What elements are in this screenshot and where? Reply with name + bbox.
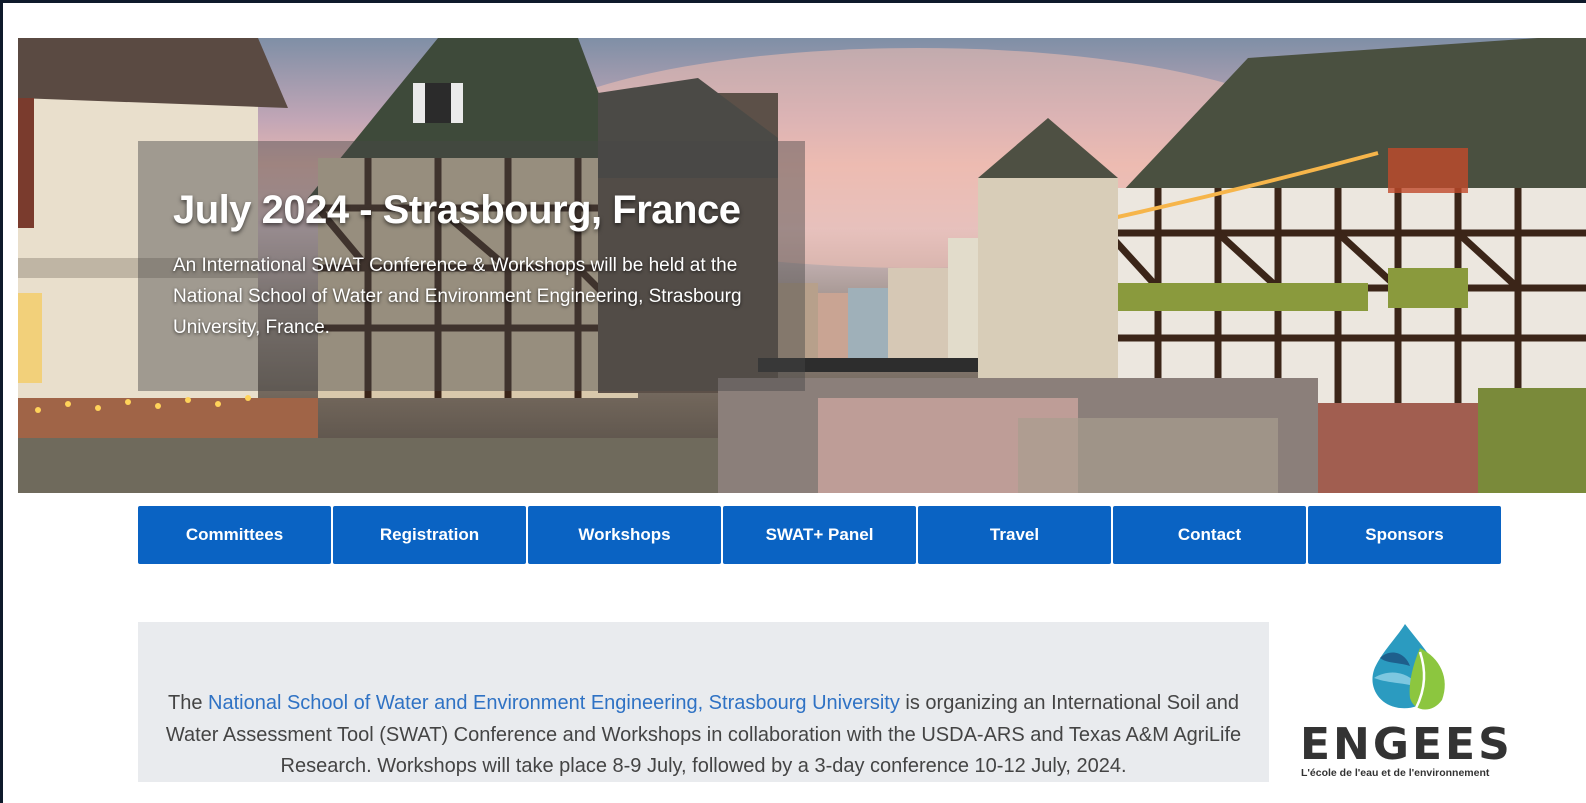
nav-travel-button[interactable]: Travel (918, 506, 1111, 564)
info-prefix: The (168, 692, 209, 714)
nav-swat-plus-panel-button[interactable]: SWAT+ Panel (723, 506, 916, 564)
logo-tagline: L'école de l'eau et de l'environnement (1301, 767, 1490, 779)
nav-committees-button[interactable]: Committees (138, 506, 331, 564)
hero-title: July 2024 - Strasbourg, France (173, 188, 741, 232)
hero-banner: July 2024 - Strasbourg, France An Intern… (18, 38, 1586, 493)
conference-info-box: The National School of Water and Environ… (138, 622, 1269, 782)
nav-sponsors-button[interactable]: Sponsors (1308, 506, 1501, 564)
main-navigation: Committees Registration Workshops SWAT+ … (138, 506, 1501, 564)
engees-logo: ENGEES L'école de l'eau et de l'environn… (1295, 618, 1515, 788)
conference-info-text: The National School of Water and Environ… (163, 688, 1244, 783)
hero-description: An International SWAT Conference & Works… (173, 255, 742, 338)
engees-droplet-icon (1372, 624, 1445, 710)
engees-link[interactable]: National School of Water and Environment… (208, 692, 900, 714)
nav-contact-button[interactable]: Contact (1113, 506, 1306, 564)
page: July 2024 - Strasbourg, France An Intern… (3, 3, 1586, 803)
nav-workshops-button[interactable]: Workshops (528, 506, 721, 564)
nav-registration-button[interactable]: Registration (333, 506, 526, 564)
logo-wordmark: ENGEES (1300, 719, 1513, 770)
